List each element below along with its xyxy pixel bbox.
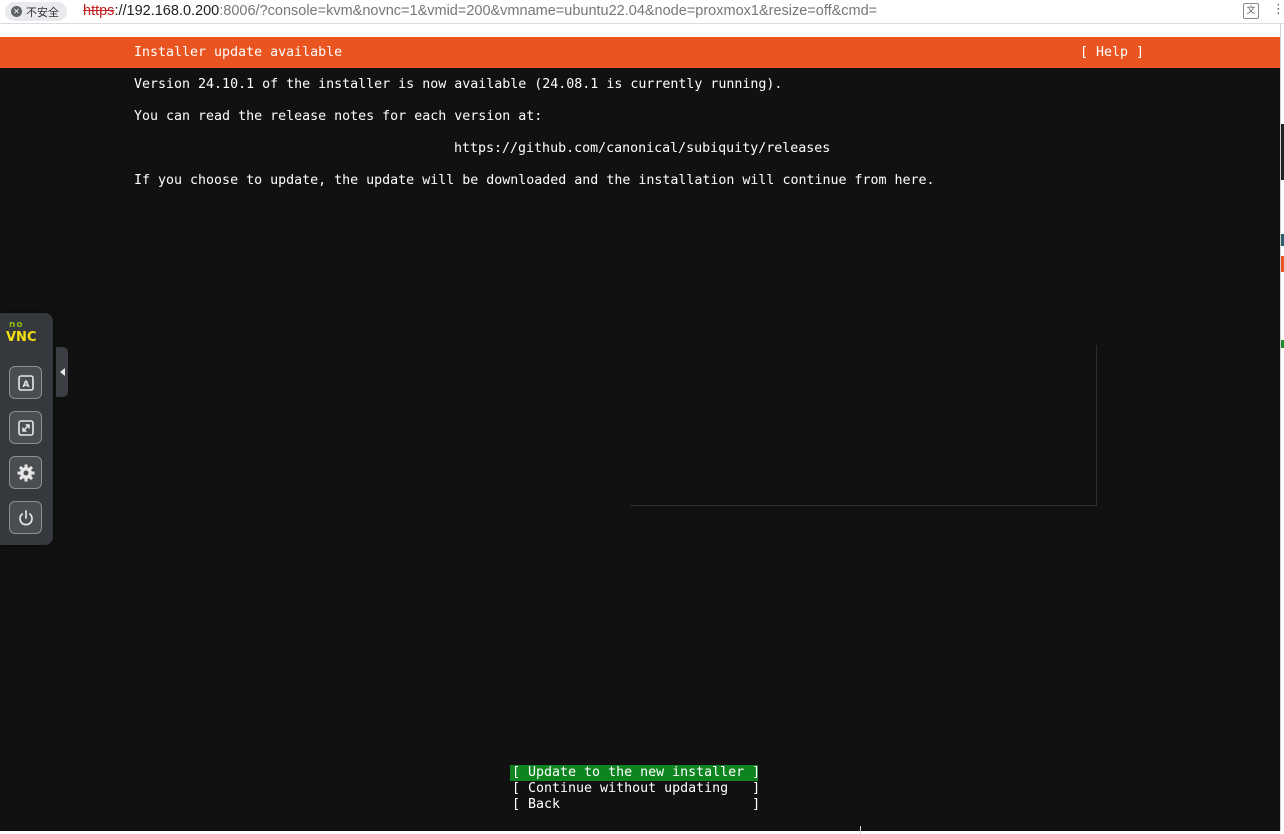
background-window-edge [1280, 24, 1284, 834]
url-host: ://192.168.0.200 [114, 3, 220, 19]
svg-text:A: A [22, 380, 29, 390]
update-installer-button[interactable]: [ Update to the new installer ] [510, 765, 760, 781]
continue-without-updating-button[interactable]: [ Continue without updating ] [510, 781, 760, 797]
vnc-console[interactable]: Installer update available [ Help ] Vers… [0, 37, 1280, 831]
novnc-control-bar: no VNC A [0, 313, 53, 545]
translate-icon[interactable]: 文 [1243, 3, 1259, 19]
power-button[interactable] [9, 501, 42, 534]
back-button[interactable]: [ Back ] [510, 797, 760, 813]
collapse-arrow-icon [59, 368, 65, 376]
release-notes-message: You can read the release notes for each … [134, 109, 543, 124]
installer-header: Installer update available [ Help ] [0, 37, 1280, 68]
url-field[interactable]: https://192.168.0.200:8006/?console=kvm&… [83, 3, 877, 19]
browser-address-bar: ✕ 不安全 https://192.168.0.200:8006/?consol… [0, 0, 1284, 24]
power-icon [18, 509, 33, 525]
more-icon[interactable]: ⋮ [1272, 2, 1284, 17]
settings-button[interactable] [9, 456, 42, 489]
render-artifact-panel [630, 345, 1097, 506]
control-bar-handle[interactable] [56, 347, 68, 397]
choice-list: [ Update to the new installer ] [ Contin… [510, 765, 760, 813]
help-button[interactable]: [ Help ] [1080, 45, 1144, 60]
url-path: :8006/?console=kvm&novnc=1&vmid=200&vmna… [219, 3, 878, 19]
divider [860, 826, 861, 834]
release-notes-url: https://github.com/canonical/subiquity/r… [454, 141, 831, 156]
logo-text-bottom: VNC [6, 330, 37, 345]
update-info-message: If you choose to update, the update will… [134, 173, 935, 188]
gear-icon [17, 464, 34, 481]
page-title: Installer update available [134, 45, 343, 60]
version-message: Version 24.10.1 of the installer is now … [134, 77, 783, 92]
logo-text-top: no [9, 320, 24, 330]
security-label: 不安全 [26, 5, 59, 19]
warning-icon: ✕ [11, 6, 22, 17]
keyboard-icon: A [17, 374, 34, 391]
keyboard-button[interactable]: A [9, 366, 42, 399]
url-scheme: https [83, 3, 115, 19]
fullscreen-icon [17, 419, 34, 436]
novnc-logo: no VNC [6, 321, 46, 347]
security-indicator[interactable]: ✕ 不安全 [5, 2, 67, 21]
fullscreen-button[interactable] [9, 411, 42, 444]
